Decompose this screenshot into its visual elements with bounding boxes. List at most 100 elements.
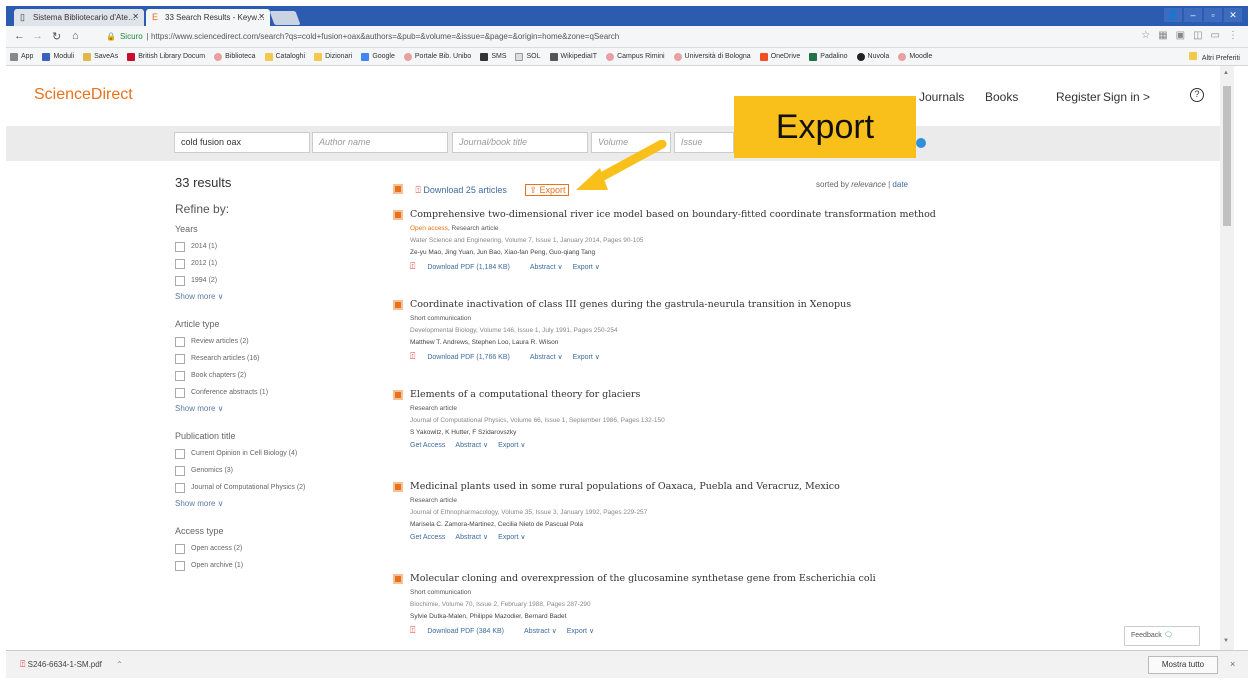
browser-tab-active[interactable]: E 33 Search Results - Keyw… ✕ [146, 9, 270, 26]
filter-option[interactable]: Book chapters (2) [175, 370, 355, 381]
close-icon[interactable]: × [1230, 659, 1235, 669]
maximize-icon[interactable]: ▫ [1204, 8, 1222, 22]
journal-input[interactable]: Journal/book title [452, 132, 588, 153]
bookmark-item[interactable]: Dizionari [314, 52, 352, 61]
bookmark-item[interactable]: Padalino [809, 52, 848, 61]
keywords-input[interactable]: cold fusion oax [174, 132, 310, 153]
back-icon[interactable]: ← [14, 30, 25, 42]
result-title[interactable]: Medicinal plants used in some rural popu… [410, 481, 913, 492]
checkbox[interactable] [175, 336, 185, 347]
bookmark-item[interactable]: Cataloghi [264, 52, 305, 61]
minimize-icon[interactable]: – [1184, 8, 1202, 22]
feedback-button[interactable]: Feedback 🗨 [1124, 626, 1200, 646]
extension-icon[interactable]: ▦ [1158, 30, 1167, 41]
bookmark-item[interactable]: OneDrive [759, 52, 800, 61]
scroll-thumb[interactable] [1223, 86, 1231, 226]
abstract-toggle[interactable]: Abstract ∨ [524, 628, 557, 635]
bookmark-item[interactable]: Biblioteca [214, 52, 256, 61]
bookmark-item[interactable]: WikipediaIT [549, 52, 597, 61]
scroll-down-icon[interactable]: ▼ [1223, 638, 1229, 644]
nav-sign-in[interactable]: Sign in > [1103, 90, 1150, 104]
star-icon[interactable]: ☆ [1141, 30, 1150, 41]
checkbox[interactable] [175, 387, 185, 398]
extension-icon[interactable]: ▣ [1176, 30, 1185, 41]
chevron-up-icon[interactable]: ⌃ [116, 660, 123, 669]
checkbox[interactable] [175, 275, 185, 286]
result-checkbox[interactable] [393, 210, 403, 220]
filter-option[interactable]: Journal of Computational Physics (2) [175, 482, 355, 493]
checkbox[interactable] [175, 543, 185, 554]
bookmark-item[interactable]: Nuvola [856, 52, 889, 61]
export-toggle[interactable]: Export ∨ [573, 354, 600, 361]
filter-option[interactable]: Review articles (2) [175, 336, 355, 347]
show-more-link[interactable]: Show more ∨ [175, 404, 355, 413]
show-more-link[interactable]: Show more ∨ [175, 292, 355, 301]
bookmark-item[interactable]: Portale Bib. Unibo [403, 52, 471, 61]
nav-books[interactable]: Books [985, 90, 1018, 104]
download-pdf-link[interactable]: ⍐ Download PDF (1,184 KB) [410, 261, 520, 271]
close-window-icon[interactable]: ✕ [1224, 8, 1242, 22]
export-toggle[interactable]: Export ∨ [573, 264, 600, 271]
bookmark-item[interactable]: App [10, 52, 33, 61]
bookmark-item[interactable]: Moodle [898, 52, 932, 61]
page-scrollbar[interactable]: ▲ ▼ [1220, 66, 1234, 650]
select-all-checkbox[interactable] [393, 183, 403, 194]
get-access-link[interactable]: Get Access [410, 534, 445, 541]
filter-option[interactable]: Current Opinion in Cell Biology (4) [175, 448, 355, 459]
filter-option[interactable]: Research articles (16) [175, 353, 355, 364]
filter-option[interactable]: Open access (2) [175, 543, 355, 554]
show-all-downloads-button[interactable]: Mostra tutto [1148, 656, 1218, 674]
nav-register[interactable]: Register [1056, 90, 1101, 104]
author-input[interactable]: Author name [312, 132, 448, 153]
user-icon[interactable]: 👤 [1164, 8, 1182, 22]
checkbox[interactable] [175, 448, 185, 459]
filter-option[interactable]: Open archive (1) [175, 560, 355, 571]
search-button[interactable] [916, 138, 926, 148]
checkbox[interactable] [175, 560, 185, 571]
export-toggle[interactable]: Export ∨ [498, 534, 525, 541]
result-checkbox[interactable] [393, 482, 403, 492]
result-title[interactable]: Molecular cloning and overexpression of … [410, 573, 913, 584]
filter-option[interactable]: 2014 (1) [175, 241, 355, 252]
bookmark-item[interactable]: Moduli [42, 52, 74, 61]
download-pdf-link[interactable]: ⍐ Download PDF (384 KB) [410, 625, 514, 635]
checkbox[interactable] [175, 465, 185, 476]
sort-date[interactable]: date [892, 180, 908, 189]
bookmark-item[interactable]: Campus Rimini [606, 52, 665, 61]
sort-relevance[interactable]: relevance [851, 180, 886, 189]
close-icon[interactable]: ✕ [132, 12, 139, 21]
checkbox[interactable] [175, 353, 185, 364]
bookmark-item[interactable]: Università di Bologna [673, 52, 751, 61]
download-articles-button[interactable]: ⍐ Download 25 articles [415, 185, 506, 195]
filter-option[interactable]: Conference abstracts (1) [175, 387, 355, 398]
checkbox[interactable] [175, 241, 185, 252]
home-icon[interactable]: ⌂ [72, 30, 79, 42]
result-checkbox[interactable] [393, 300, 403, 310]
scroll-up-icon[interactable]: ▲ [1223, 70, 1229, 76]
forward-icon[interactable]: → [32, 30, 43, 42]
checkbox[interactable] [175, 482, 185, 493]
export-toggle[interactable]: Export ∨ [498, 442, 525, 449]
filter-option[interactable]: 2012 (1) [175, 258, 355, 269]
extension-icon[interactable]: ◫ [1193, 30, 1202, 41]
result-title[interactable]: Elements of a computational theory for g… [410, 389, 913, 400]
sciencedirect-logo[interactable]: ScienceDirect [34, 86, 133, 104]
url-field[interactable]: 🔒 Sicuro | https://www.sciencedirect.com/s… [106, 29, 1156, 45]
issue-input[interactable]: Issue [674, 132, 734, 153]
bookmark-item[interactable]: SOL [515, 52, 541, 61]
checkbox[interactable] [175, 258, 185, 269]
checkbox[interactable] [175, 370, 185, 381]
result-checkbox[interactable] [393, 390, 403, 400]
result-checkbox[interactable] [393, 574, 403, 584]
bookmark-item[interactable]: SMS [480, 52, 506, 61]
menu-icon[interactable]: ⋮ [1228, 30, 1238, 41]
export-button[interactable]: ⇪ Export [525, 184, 570, 196]
browser-tab[interactable]: ▯ Sistema Bibliotecario d'Ate… ✕ [14, 9, 144, 26]
bookmark-item[interactable]: SaveAs [83, 52, 118, 61]
filter-option[interactable]: 1994 (2) [175, 275, 355, 286]
result-title[interactable]: Comprehensive two-dimensional river ice … [410, 209, 936, 220]
reload-icon[interactable]: ↻ [52, 30, 61, 43]
download-pdf-link[interactable]: ⍐ Download PDF (1,766 KB) [410, 351, 520, 361]
nav-journals[interactable]: Journals [919, 90, 964, 104]
other-bookmarks[interactable]: Altri Preferiti [1189, 52, 1240, 62]
